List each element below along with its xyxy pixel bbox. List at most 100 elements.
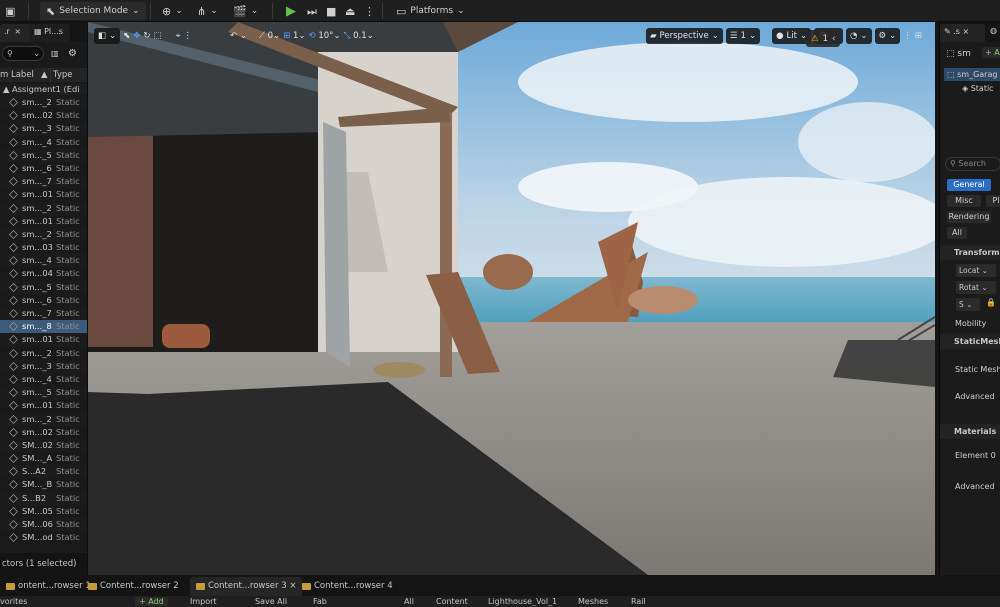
close-icon[interactable]: ×: [14, 27, 21, 36]
outliner-row[interactable]: SM..._B Static: [0, 478, 87, 491]
advanced-expander-1[interactable]: Advanced: [955, 392, 995, 401]
outliner-row[interactable]: sm..._2 Static: [0, 412, 87, 426]
outliner-row[interactable]: sm...01 Static: [0, 399, 87, 412]
outliner-row[interactable]: sm...02 Static: [0, 109, 87, 122]
outliner-row[interactable]: SM...od Static: [0, 531, 87, 544]
coordinate-space-icon[interactable]: ⌖: [176, 31, 181, 41]
column-label[interactable]: m Label: [0, 68, 34, 82]
section-transform[interactable]: Transform: [940, 245, 1000, 260]
outliner-row[interactable]: sm...01 Static: [0, 188, 87, 201]
more-vertical-icon[interactable]: ⋮: [183, 31, 192, 41]
path-meshes[interactable]: Meshes: [578, 597, 608, 606]
outliner-row[interactable]: sm..._5 Static: [0, 386, 87, 400]
stop-button[interactable]: ■: [326, 2, 336, 20]
outliner-row[interactable]: sm..._4 Static: [0, 373, 87, 386]
actor-name[interactable]: sm: [957, 49, 970, 59]
outliner-row[interactable]: SM...02 Static: [0, 438, 87, 453]
outliner-row[interactable]: sm...02 Static: [0, 426, 87, 439]
outliner-row[interactable]: sm..._7 Static: [0, 175, 87, 189]
outliner-row[interactable]: sm..._2 Static: [0, 96, 87, 110]
rotate-tool-icon[interactable]: ↻: [143, 31, 150, 41]
play-button[interactable]: ▶: [286, 2, 296, 20]
outliner-row[interactable]: sm..._4 Static: [0, 136, 87, 149]
performance-dropdown[interactable]: ◔ ⌄: [845, 28, 872, 44]
more-vertical-icon[interactable]: ⋮: [903, 31, 912, 41]
filter-physics[interactable]: Pl: [986, 195, 1000, 207]
path-content[interactable]: Content: [436, 597, 468, 606]
outliner-row[interactable]: sm..._7 Static: [0, 307, 87, 321]
close-icon[interactable]: ×: [963, 27, 970, 36]
warnings-badge[interactable]: ⚠ 1 ‹: [806, 30, 841, 47]
outliner-row[interactable]: sm...04 Static: [0, 267, 87, 280]
blueprint-button[interactable]: ⋔ ⌄: [197, 2, 218, 20]
scale-dropdown[interactable]: S ⌄: [956, 298, 980, 311]
eject-button[interactable]: ⏏: [345, 2, 355, 20]
path-rail[interactable]: Rail: [631, 597, 646, 606]
outliner-row[interactable]: sm..._3 Static: [0, 359, 87, 373]
outliner-row[interactable]: sm..._6 Static: [0, 294, 87, 307]
world-settings-icon[interactable]: ◍: [990, 26, 997, 35]
outliner-row[interactable]: sm..._3 Static: [0, 122, 87, 136]
viewport-options-button[interactable]: ◧ ⌄: [94, 28, 121, 44]
surface-snap-button[interactable]: ↶ ⌄: [230, 31, 247, 41]
outliner-row[interactable]: sm..._6 Static: [0, 162, 87, 175]
outliner-search-input[interactable]: ⚲ ⌄: [2, 46, 44, 61]
outliner-row[interactable]: sm..._4 Static: [0, 254, 87, 268]
outliner-row[interactable]: SM...05 Static: [0, 505, 87, 518]
filter-general[interactable]: General: [947, 179, 991, 191]
play-options-button[interactable]: ⋮: [364, 2, 375, 20]
outliner-row[interactable]: S...A2 Static: [0, 465, 87, 479]
section-static-mesh[interactable]: StaticMesh: [940, 334, 1000, 349]
outliner-row[interactable]: sm..._2 Static: [0, 201, 87, 215]
outliner-row[interactable]: sm..._5 Static: [0, 148, 87, 162]
outliner-row[interactable]: sm..._2 Static: [0, 347, 87, 360]
tab-content-browser[interactable]: Content...rowser 2: [82, 577, 185, 596]
outliner-row[interactable]: sm..._5 Static: [0, 280, 87, 294]
grid-snap-value[interactable]: ⊞ 1⌄: [283, 31, 305, 41]
filter-rendering[interactable]: Rendering: [947, 211, 991, 223]
level-icon[interactable]: ▣: [5, 2, 15, 20]
scale-snap-value[interactable]: ⤡ 0.1⌄: [344, 31, 374, 41]
move-tool-icon[interactable]: ✥: [133, 31, 140, 41]
selection-mode-dropdown[interactable]: ⬉ Selection Mode ⌄: [40, 2, 146, 20]
outliner-row[interactable]: SM..._A Static: [0, 452, 87, 465]
level-viewport[interactable]: [88, 22, 935, 575]
tab-details[interactable]: ✎ .s ×: [940, 24, 985, 42]
rotation-snap-value[interactable]: ⟲ 10°⌄: [309, 31, 341, 41]
outliner-row[interactable]: sm...03 Static: [0, 241, 87, 254]
section-materials[interactable]: Materials: [940, 424, 1000, 439]
outliner-row[interactable]: S...B2 Static: [0, 491, 87, 505]
platforms-dropdown[interactable]: ▭ Platforms ⌄: [396, 2, 465, 20]
layout-icon[interactable]: ⊞: [915, 31, 922, 41]
tab-content-browser[interactable]: Content...rowser 3 ×: [190, 577, 303, 596]
outliner-row[interactable]: sm..._8 Static: [0, 320, 87, 334]
column-type[interactable]: Type: [50, 68, 73, 82]
rotation-dropdown[interactable]: Rotat ⌄: [956, 281, 996, 294]
cinematics-button[interactable]: 🎬 ⌄: [233, 2, 258, 20]
scale-tool-icon[interactable]: ⬚: [154, 31, 162, 41]
component-root[interactable]: ⬚ sm_Garag: [944, 68, 1000, 81]
close-icon[interactable]: ×: [287, 581, 296, 591]
tab-content-browser[interactable]: Content...rowser 4: [296, 577, 399, 596]
perspective-dropdown[interactable]: ▰ Perspective ⌄: [646, 28, 723, 44]
save-all-button[interactable]: Save All: [255, 597, 287, 606]
select-tool-icon[interactable]: ⬉: [123, 31, 130, 41]
layers-dropdown[interactable]: ☰ 1 ⌄: [725, 28, 761, 44]
details-search-input[interactable]: ⚲ Search: [945, 157, 1000, 171]
step-button[interactable]: ⏭: [307, 2, 317, 20]
outliner-row[interactable]: sm...01 Static: [0, 215, 87, 228]
tab-place-actors[interactable]: ▦ Pl...s: [30, 24, 70, 42]
filter-all[interactable]: All: [947, 227, 967, 239]
outliner-row[interactable]: SM...06 Static: [0, 518, 87, 532]
filter-misc[interactable]: Misc: [947, 195, 981, 207]
add-actor-button[interactable]: ⊕ ⌄: [162, 2, 183, 20]
path-lighthouse[interactable]: Lighthouse_Vol_1: [488, 597, 557, 606]
fab-button[interactable]: Fab: [313, 597, 327, 606]
location-dropdown[interactable]: Locat ⌄: [956, 264, 996, 277]
add-component-button[interactable]: + A: [982, 47, 1000, 58]
advanced-expander-2[interactable]: Advanced: [955, 482, 995, 491]
outliner-row[interactable]: sm..._2 Static: [0, 227, 87, 242]
lock-icon[interactable]: 🔒: [986, 298, 996, 307]
settings-dropdown[interactable]: ⚙ ⌄: [874, 28, 901, 44]
outliner-row[interactable]: sm...01 Static: [0, 333, 87, 347]
